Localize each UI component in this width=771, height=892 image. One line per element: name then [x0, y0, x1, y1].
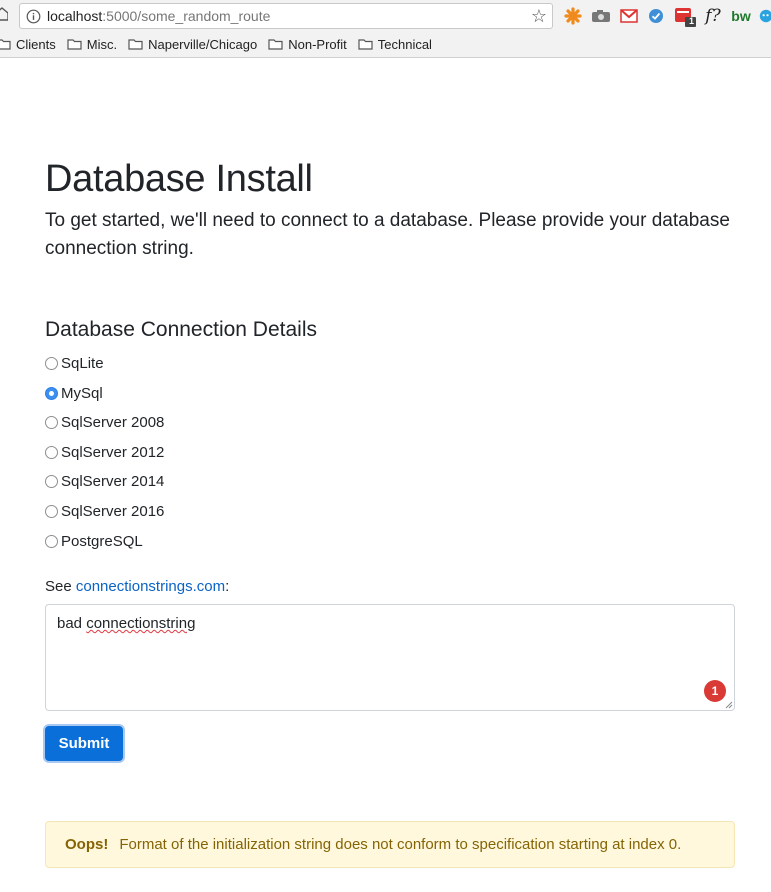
error-count-badge[interactable]: 1	[704, 680, 726, 702]
radio-button[interactable]	[45, 504, 58, 518]
bookmark-label: Non-Profit	[288, 36, 347, 52]
bookmark-technical[interactable]: Technical	[358, 37, 432, 52]
home-icon[interactable]	[0, 7, 8, 21]
section-title: Database Connection Details	[45, 318, 317, 341]
alert-message: Format of the initialization string does…	[119, 836, 682, 853]
bookmark-clients[interactable]: Clients	[0, 37, 56, 52]
radio-label[interactable]: SqlServer 2012	[61, 444, 164, 461]
bookmark-label: Naperville/Chicago	[148, 36, 258, 52]
browser-chrome: localhost:5000/some_random_route ☆ 1 f? …	[0, 0, 771, 58]
error-alert: Oops! Format of the initialization strin…	[45, 821, 735, 868]
formula-extension-icon[interactable]: f?	[702, 5, 724, 27]
see-reference: See connectionstrings.com:	[45, 577, 229, 597]
radio-sqlserver-2008[interactable]: SqlServer 2008	[45, 411, 164, 433]
radio-button[interactable]	[45, 534, 58, 548]
bw-extension-icon[interactable]: bw	[729, 5, 753, 27]
radio-label[interactable]: SqlServer 2014	[61, 473, 164, 490]
checkmark-extension-icon[interactable]	[646, 5, 666, 27]
folder-icon	[268, 39, 283, 50]
radio-sqlite[interactable]: SqLite	[45, 352, 104, 374]
bookmark-label: Technical	[377, 36, 432, 52]
see-prefix: See	[45, 578, 76, 595]
radio-sqlserver-2016[interactable]: SqlServer 2016	[45, 500, 164, 522]
folder-icon	[0, 39, 11, 50]
connection-string-textarea[interactable]: bad connectionstring 1	[45, 604, 735, 711]
radio-button[interactable]	[45, 445, 58, 459]
folder-icon	[358, 39, 373, 50]
connection-value-misspelled-word: connectionstring	[86, 615, 196, 632]
bookmark-naperville-chicago[interactable]: Naperville/Chicago	[128, 37, 257, 52]
address-bar[interactable]: localhost:5000/some_random_route ☆	[19, 3, 553, 29]
url-host: localhost	[47, 8, 103, 24]
calendar-extension-badge: 1	[689, 16, 695, 26]
radio-sqlserver-2012[interactable]: SqlServer 2012	[45, 441, 164, 463]
camera-extension-icon[interactable]	[590, 5, 612, 27]
connection-value-word: bad	[57, 615, 87, 632]
radio-postgresql[interactable]: PostgreSQL	[45, 530, 143, 552]
submit-button[interactable]: Submit	[45, 726, 123, 761]
connectionstrings-link[interactable]: connectionstrings.com	[76, 578, 225, 595]
radio-button[interactable]	[45, 415, 58, 429]
url-text[interactable]: localhost:5000/some_random_route	[47, 8, 270, 25]
resize-handle-icon[interactable]	[725, 701, 733, 709]
radio-label[interactable]: PostgreSQL	[61, 533, 143, 550]
bookmark-star-icon[interactable]: ☆	[531, 6, 547, 26]
url-path: :5000/some_random_route	[102, 8, 271, 24]
radio-label[interactable]: SqLite	[61, 355, 104, 372]
bookmark-misc[interactable]: Misc.	[67, 37, 117, 52]
page-title: Database Install	[45, 158, 313, 200]
radio-button[interactable]	[45, 356, 58, 370]
chat-extension-icon[interactable]	[759, 5, 771, 27]
radio-mysql[interactable]: MySql	[45, 382, 103, 404]
see-suffix: :	[225, 578, 230, 595]
bookmark-label: Misc.	[86, 36, 118, 52]
folder-icon	[128, 39, 143, 50]
radio-sqlserver-2014[interactable]: SqlServer 2014	[45, 470, 164, 492]
radio-label[interactable]: SqlServer 2008	[61, 414, 164, 431]
radio-button-checked[interactable]	[45, 386, 58, 400]
radio-button[interactable]	[45, 474, 58, 488]
alert-title: Oops!	[65, 836, 109, 853]
radio-label[interactable]: MySql	[61, 385, 103, 402]
radio-label[interactable]: SqlServer 2016	[61, 503, 164, 520]
info-icon[interactable]	[26, 9, 41, 24]
lead-text: To get started, we'll need to connect to…	[45, 210, 730, 259]
folder-icon	[67, 39, 82, 50]
gmail-extension-icon[interactable]	[618, 5, 640, 27]
bookmarks-bar: Clients Misc. Naperville/Chicago Non-Pro…	[0, 33, 443, 55]
orange-asterisk-extension-icon[interactable]	[563, 5, 583, 27]
bookmark-label: Clients	[16, 36, 56, 52]
calendar-extension-icon[interactable]: 1	[674, 5, 698, 27]
bookmark-non-profit[interactable]: Non-Profit	[268, 37, 347, 52]
